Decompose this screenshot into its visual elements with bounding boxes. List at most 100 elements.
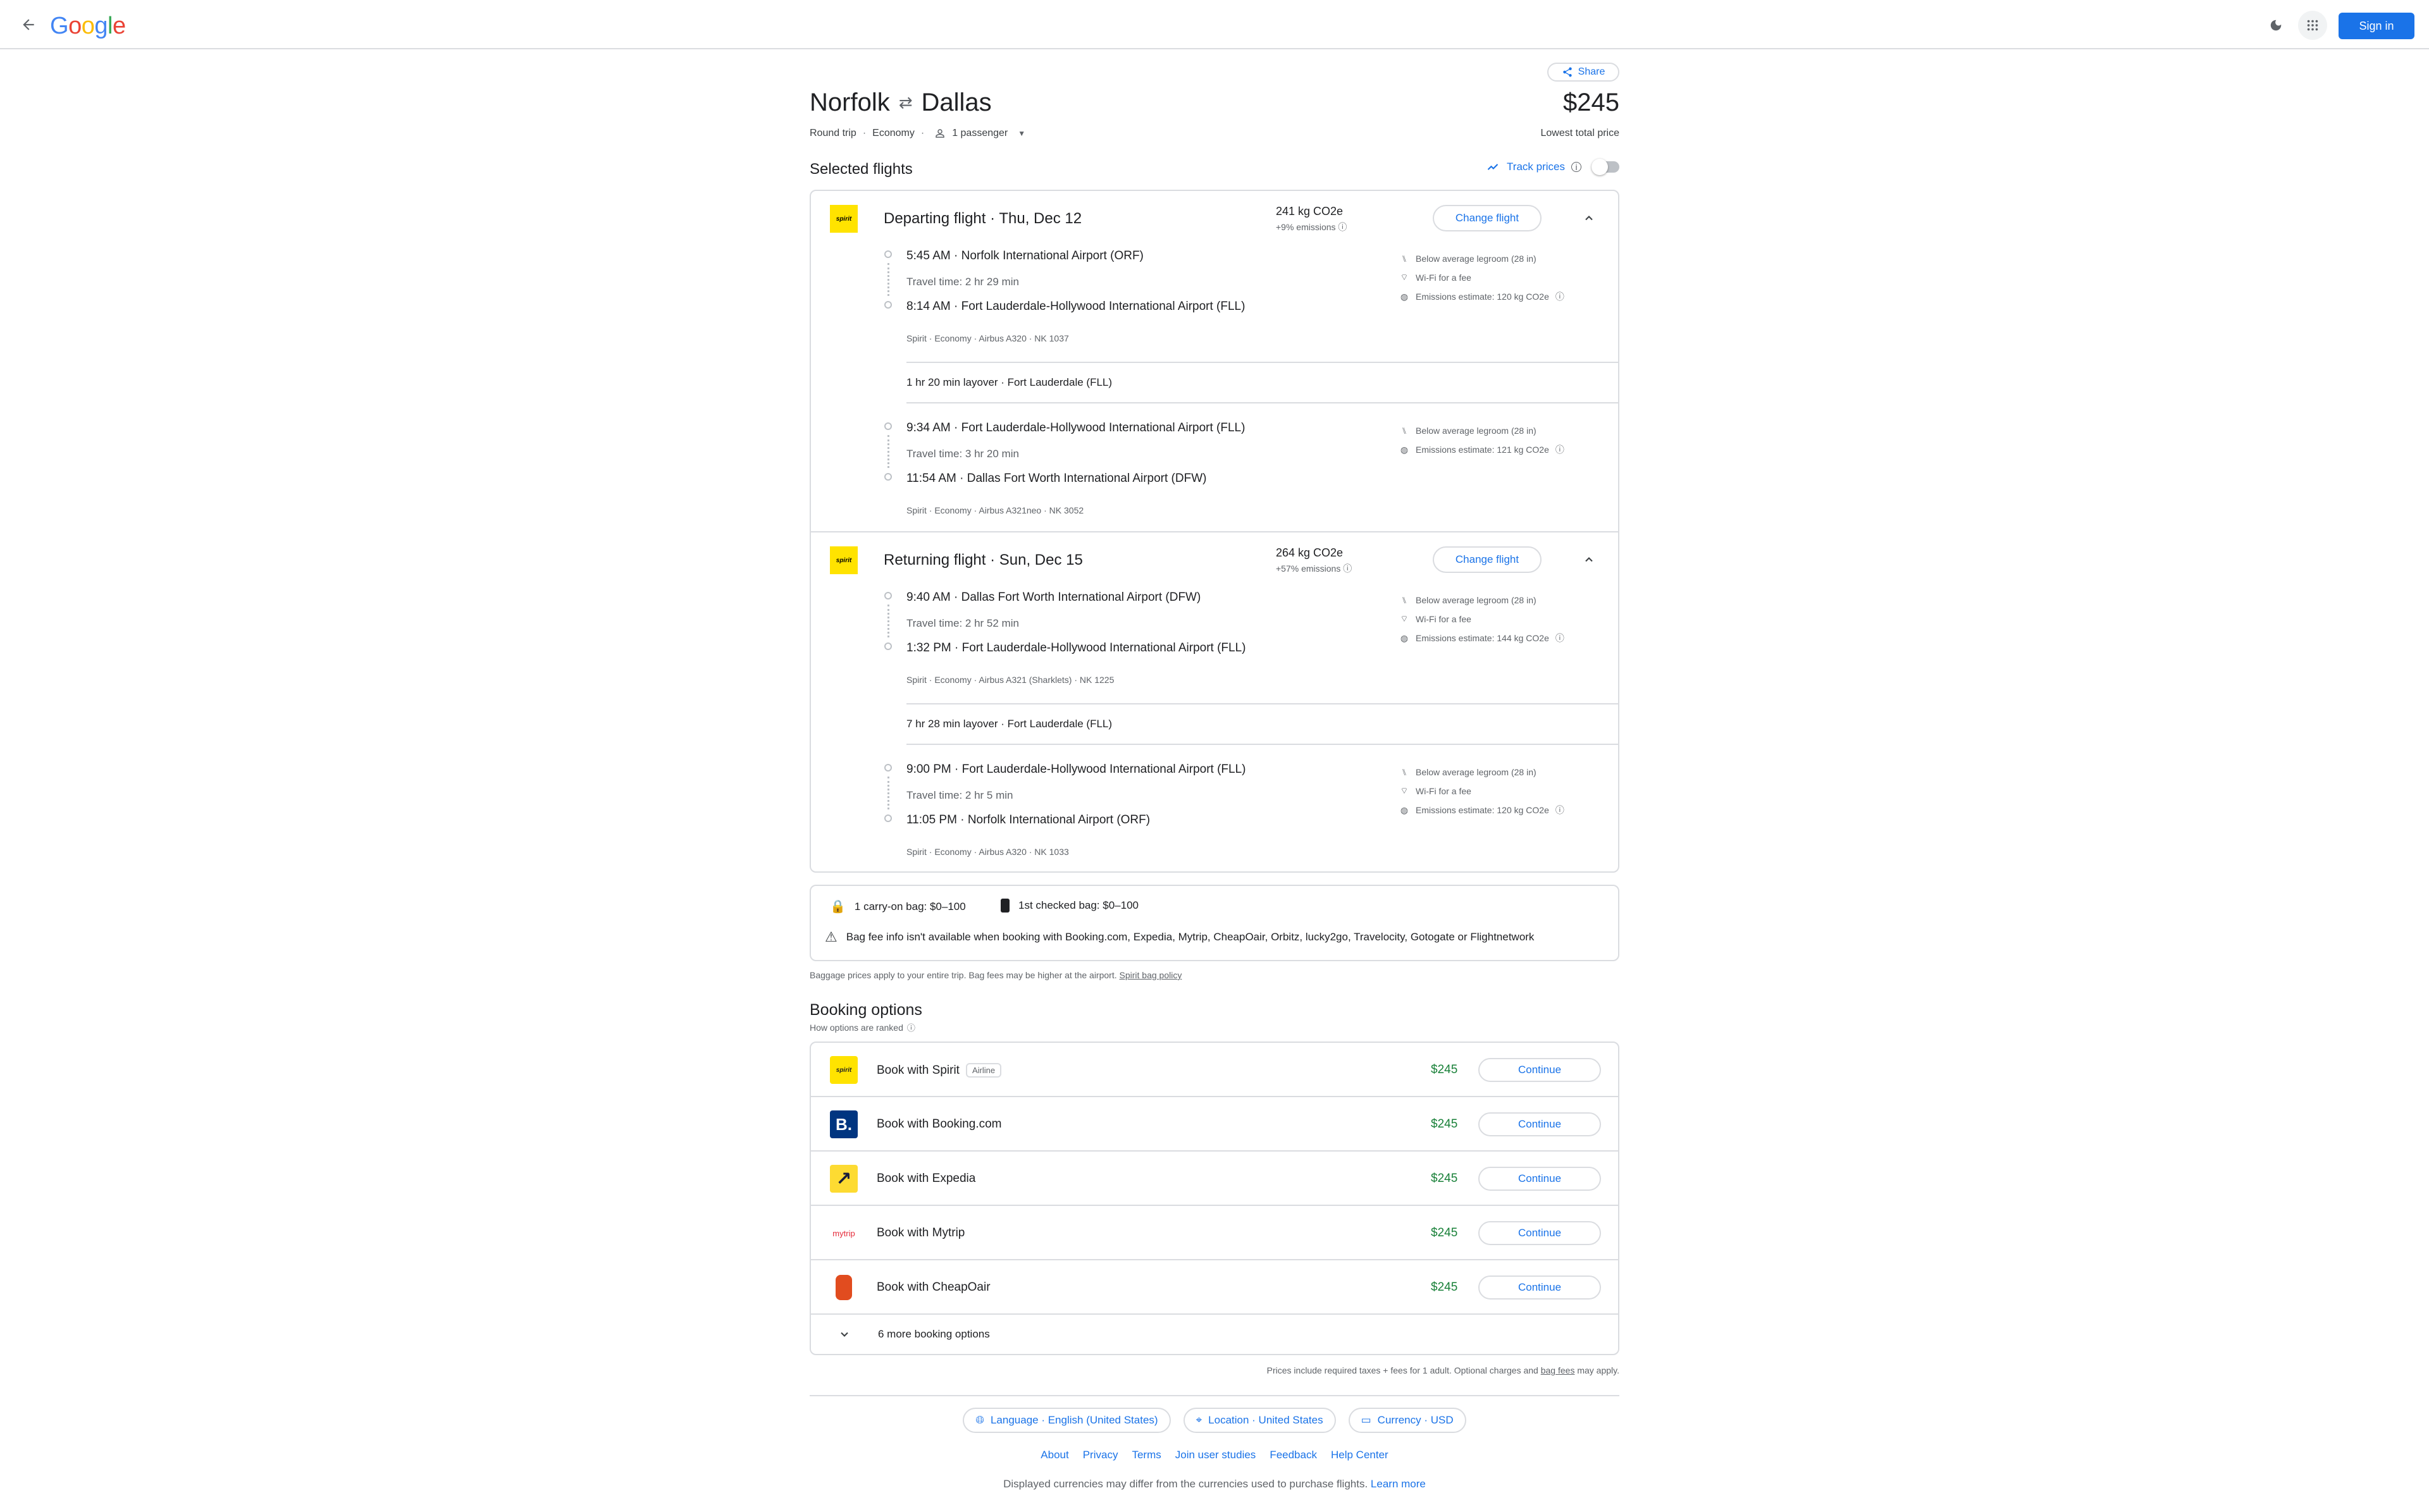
booking-option: ↗ Book with Expedia $245 Continue — [811, 1152, 1618, 1206]
booking-options-card: spirit Book with Spirit Airline $245 Con… — [810, 1042, 1619, 1355]
option-price: $245 — [1431, 1226, 1458, 1239]
learn-more-link[interactable]: Learn more — [1371, 1478, 1426, 1490]
trip-type: Round trip — [810, 128, 856, 138]
total-price: $245 — [1563, 89, 1619, 116]
baggage-note: Baggage prices apply to your entire trip… — [810, 970, 1182, 980]
wifi-icon: ⌔ — [1400, 613, 1409, 624]
track-prices-toggle[interactable] — [1592, 159, 1619, 175]
share-icon — [1562, 67, 1572, 77]
back-arrow-icon[interactable] — [15, 11, 42, 38]
departure: 9:40 AM · Dallas Fort Worth Internationa… — [906, 591, 1201, 604]
route-line — [887, 435, 889, 468]
more-booking-options[interactable]: 6 more booking options — [811, 1315, 1618, 1354]
language-chip[interactable]: 🌐︎ Language · English (United States) — [963, 1408, 1171, 1433]
track-prices-label: Track prices — [1507, 161, 1565, 173]
booking-com-logo: B. — [830, 1110, 858, 1138]
google-logo[interactable]: Google — [50, 13, 126, 40]
globe-icon: 🌐︎ — [975, 1414, 984, 1426]
apps-grid-icon[interactable] — [2298, 11, 2327, 40]
wifi-icon: ⌔ — [1400, 272, 1409, 282]
location-chip[interactable]: ⌖ Location · United States — [1183, 1408, 1336, 1433]
passenger-selector[interactable]: 1 passenger ▼ — [934, 128, 1025, 139]
change-flight-button[interactable]: Change flight — [1433, 546, 1542, 573]
flight-info: Spirit · Economy · Airbus A320 · NK 1033 — [906, 847, 1069, 857]
flight-info: Spirit · Economy · Airbus A321neo · NK 3… — [906, 505, 1084, 515]
info-icon[interactable]: i — [1571, 162, 1581, 172]
help-center-link[interactable]: Help Center — [1331, 1449, 1388, 1461]
provider-name: Book with Booking.com — [877, 1117, 1002, 1131]
continue-button[interactable]: Continue — [1478, 1221, 1601, 1245]
price-note: Prices include required taxes + fees for… — [1266, 1365, 1619, 1375]
round-trip-arrows-icon: ⇄ — [898, 93, 913, 112]
checked-bag-info: 1st checked bag: $0–100 — [1001, 899, 1139, 913]
seat-icon: ⑊ — [1401, 254, 1407, 264]
collapse-chevron-icon[interactable] — [1579, 209, 1598, 228]
track-prices[interactable]: Track prices i — [1485, 159, 1619, 175]
provider-name: Book with Mytrip — [877, 1226, 965, 1239]
seat-icon: ⑊ — [1401, 767, 1407, 777]
booking-option: Book with CheapOair $245 Continue — [811, 1260, 1618, 1315]
change-flight-button[interactable]: Change flight — [1433, 205, 1542, 231]
continue-button[interactable]: Continue — [1478, 1167, 1601, 1191]
continue-button[interactable]: Continue — [1478, 1058, 1601, 1082]
returning-title: Returning flight · Sun, Dec 15 — [884, 551, 1083, 569]
continue-button[interactable]: Continue — [1478, 1112, 1601, 1136]
option-price: $245 — [1431, 1172, 1458, 1185]
share-button[interactable]: Share — [1547, 63, 1619, 82]
person-icon — [936, 129, 944, 138]
booking-option: mytrip Book with Mytrip $245 Continue — [811, 1206, 1618, 1260]
feedback-link[interactable]: Feedback — [1270, 1449, 1317, 1461]
provider-name: Book with CheapOair — [877, 1281, 991, 1294]
co2-diff: +57% emissions ⓘ — [1276, 563, 1352, 574]
seat-icon: ⑊ — [1401, 595, 1407, 605]
bag-policy-link[interactable]: Spirit bag policy — [1120, 970, 1182, 980]
amenities: ⑊ Below average legroom (28 in) ◍ Emission… — [1400, 426, 1564, 455]
leg-date: Sun, Dec 15 — [999, 551, 1083, 569]
layover-info: 7 hr 28 min layover · Fort Lauderdale (F… — [906, 703, 1618, 745]
seat-icon: ⑊ — [1401, 426, 1407, 436]
bag-warning: ⚠ Bag fee info isn't available when book… — [825, 929, 1535, 945]
co2-total: 241 kg CO2e — [1276, 205, 1344, 218]
ranking-info[interactable]: How options are ranked ⓘ — [810, 1021, 915, 1033]
info-icon: ⓘ — [906, 1023, 915, 1033]
top-bar: Google Sign in — [0, 0, 2429, 49]
amenities: ⑊ Below average legroom (28 in) ⌔ Wi-Fi fo… — [1400, 595, 1564, 643]
dark-mode-icon[interactable] — [2263, 13, 2289, 38]
co2-diff: +9% emissions ⓘ — [1276, 222, 1347, 232]
travel-time: Travel time: 2 hr 5 min — [906, 789, 1013, 801]
arrival-dot — [884, 473, 892, 481]
arrival: 1:32 PM · Fort Lauderdale-Hollywood Inte… — [906, 641, 1246, 655]
departure: 9:34 AM · Fort Lauderdale-Hollywood Inte… — [906, 421, 1245, 434]
leg-date: Thu, Dec 12 — [999, 210, 1082, 227]
wifi-icon: ⌔ — [1400, 785, 1409, 796]
departure-dot — [884, 422, 892, 430]
about-link[interactable]: About — [1041, 1449, 1068, 1461]
bag-fees-link[interactable]: bag fees — [1541, 1365, 1575, 1375]
layover-info: 1 hr 20 min layover · Fort Lauderdale (F… — [906, 362, 1618, 403]
dropdown-icon: ▼ — [1018, 129, 1026, 138]
carry-on-bag-icon: 🔒 — [830, 900, 846, 914]
travel-time: Travel time: 3 hr 20 min — [906, 448, 1019, 460]
user-studies-link[interactable]: Join user studies — [1175, 1449, 1256, 1461]
continue-button[interactable]: Continue — [1478, 1275, 1601, 1300]
trip-meta: Round trip · Economy · 1 passenger ▼ — [810, 128, 1026, 139]
sign-in-button[interactable]: Sign in — [2339, 13, 2414, 39]
leg-label: Returning flight — [884, 551, 986, 569]
cabin-class: Economy — [872, 128, 915, 138]
passenger-count: 1 passenger — [952, 128, 1008, 138]
globe-icon: ◍ — [1400, 632, 1409, 643]
departure-dot — [884, 592, 892, 599]
flight-info: Spirit · Economy · Airbus A320 · NK 1037 — [906, 333, 1069, 343]
currency-disclaimer: Displayed currencies may differ from the… — [1003, 1478, 1426, 1490]
arrival: 11:05 PM · Norfolk International Airport… — [906, 813, 1151, 827]
origin-city: Norfolk — [810, 89, 890, 116]
chevron-down-icon — [835, 1328, 854, 1341]
arrival: 11:54 AM · Dallas Fort Worth Internation… — [906, 472, 1207, 485]
currency-chip[interactable]: ▭ Currency · USD — [1348, 1408, 1466, 1433]
travel-time: Travel time: 2 hr 29 min — [906, 276, 1019, 288]
terms-link[interactable]: Terms — [1132, 1449, 1161, 1461]
footer-links: About Privacy Terms Join user studies Fe… — [810, 1449, 1619, 1461]
privacy-link[interactable]: Privacy — [1083, 1449, 1118, 1461]
co2-total: 264 kg CO2e — [1276, 546, 1344, 559]
collapse-chevron-icon[interactable] — [1579, 550, 1598, 569]
